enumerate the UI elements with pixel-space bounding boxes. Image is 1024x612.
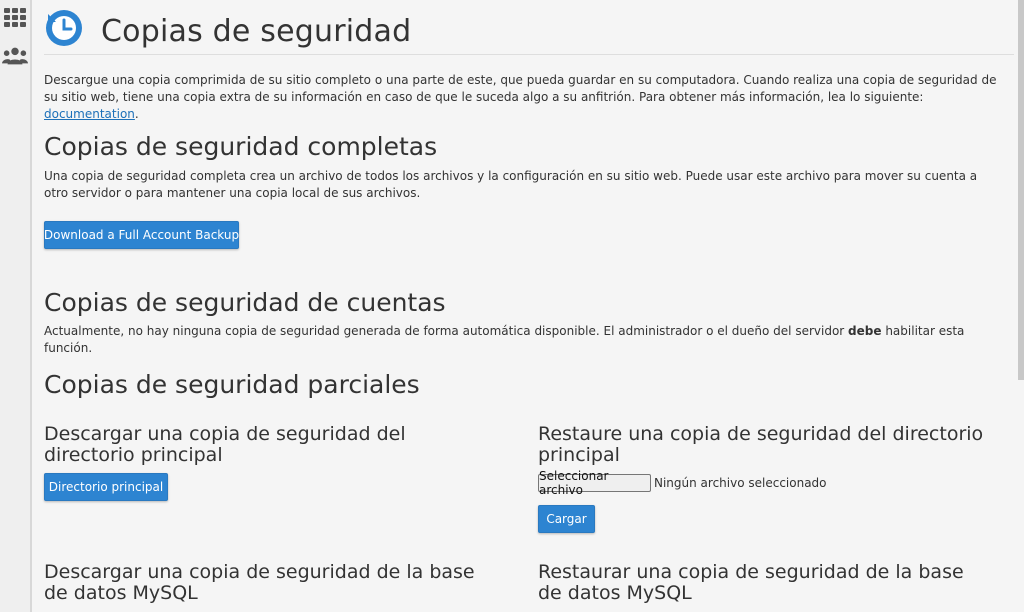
users-icon[interactable] — [2, 46, 28, 66]
account-backups-heading: Copias de seguridad de cuentas — [44, 288, 446, 317]
main-content: Copias de seguridad Descargue una copia … — [34, 0, 1024, 612]
page-title: Copias de seguridad — [101, 14, 412, 49]
partial-backups-heading: Copias de seguridad parciales — [44, 370, 420, 399]
upload-button[interactable]: Cargar — [538, 505, 595, 533]
account-backups-text-start: Actualmente, no hay ninguna copia de seg… — [44, 324, 849, 338]
select-file-button[interactable]: Seleccionar archivo — [538, 469, 651, 497]
intro-text: Descargue una copia comprimida de su sit… — [44, 72, 1014, 123]
full-backup-heading: Copias de seguridad completas — [44, 132, 438, 161]
scrollbar[interactable] — [1018, 0, 1024, 380]
home-download-heading: Descargar una copia de seguridad del dir… — [44, 423, 406, 466]
backup-clock-icon — [44, 8, 84, 52]
account-backups-text-bold: debe — [848, 324, 882, 338]
intro-end: . — [134, 107, 139, 121]
full-backup-button[interactable]: Download a Full Account Backup — [44, 221, 239, 249]
sidebar — [0, 0, 32, 612]
page-header: Copias de seguridad — [44, 6, 1014, 55]
intro-body: Descargue una copia comprimida de su sit… — [44, 73, 997, 104]
mysql-download-heading: Descargar una copia de seguridad de la b… — [44, 561, 475, 604]
full-backup-description: Una copia de seguridad completa crea un … — [44, 169, 978, 200]
account-backups-text: Actualmente, no hay ninguna copia de seg… — [44, 323, 1004, 357]
mysql-restore-heading: Restaurar una copia de seguridad de la b… — [538, 561, 964, 604]
home-restore-heading: Restaure una copia de seguridad del dire… — [538, 423, 984, 466]
documentation-link[interactable]: documentation — [44, 107, 135, 121]
file-status: Ningún archivo seleccionado — [654, 476, 827, 490]
grid-icon[interactable] — [2, 8, 28, 28]
home-directory-button[interactable]: Directorio principal — [44, 473, 168, 501]
